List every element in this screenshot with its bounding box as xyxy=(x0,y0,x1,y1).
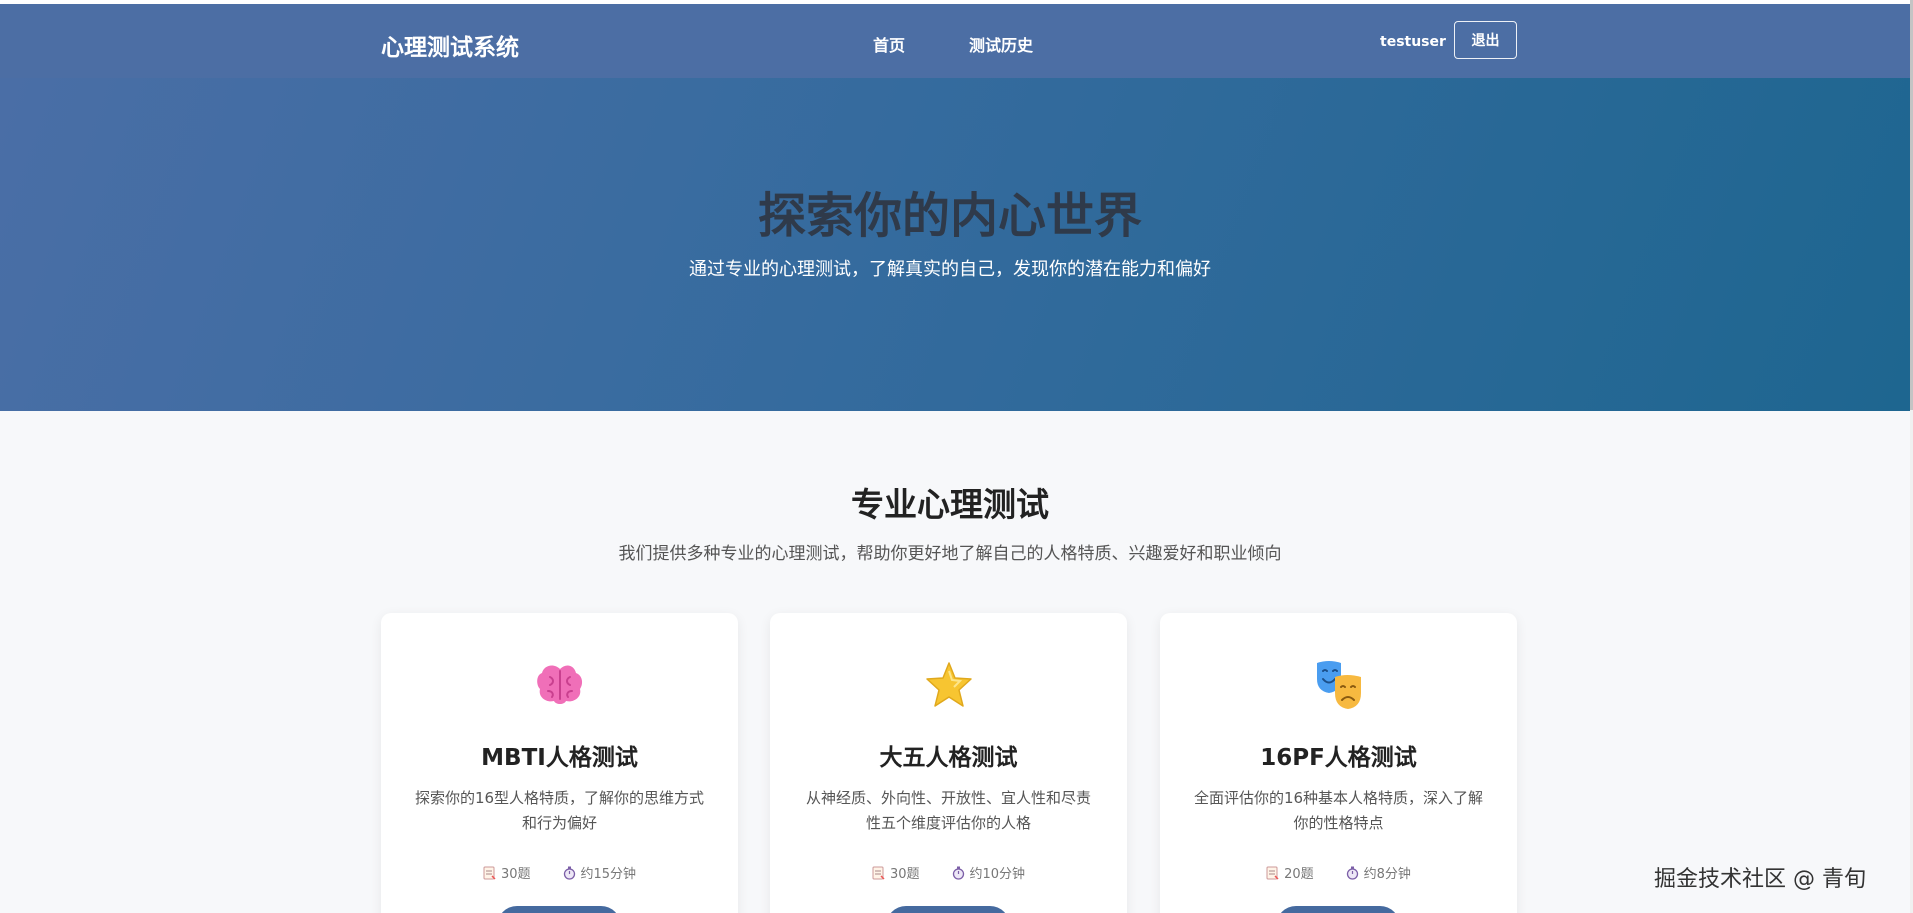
watermark-text: 掘金技术社区 @ 青旬 xyxy=(1654,867,1866,892)
hero-title: 探索你的内心世界 xyxy=(757,188,1142,244)
username-label: testuser xyxy=(1380,34,1446,50)
duration: 约8分钟 xyxy=(1363,867,1411,882)
test-card-mbti[interactable]: MBTI人格测试 探索你的16型人格特质，了解你的思维方式和行为偏好 30题 约… xyxy=(381,613,738,913)
memo-icon xyxy=(483,866,496,880)
section-subtitle: 我们提供多种专业的心理测试，帮助你更好地了解自己的人格特质、兴趣爱好和职业倾向 xyxy=(618,544,1282,564)
card-title: 16PF人格测试 xyxy=(1260,745,1417,771)
duration: 约10分钟 xyxy=(969,867,1026,882)
memo-icon xyxy=(1266,866,1279,880)
card-title: MBTI人格测试 xyxy=(481,745,638,771)
logout-button[interactable]: 退出 xyxy=(1454,21,1517,59)
section-title: 专业心理测试 xyxy=(851,485,1049,524)
start-test-button[interactable] xyxy=(886,906,1010,913)
start-test-button[interactable] xyxy=(1276,906,1400,913)
brain-icon xyxy=(381,659,738,711)
brand-logo[interactable]: 心理测试系统 xyxy=(381,28,519,62)
nav-link-home[interactable]: 首页 xyxy=(873,32,905,56)
nav-link-history[interactable]: 测试历史 xyxy=(969,32,1033,56)
theater-masks-icon xyxy=(1160,659,1517,711)
card-description: 探索你的16型人格特质，了解你的思维方式和行为偏好 xyxy=(414,789,705,832)
star-icon xyxy=(770,659,1127,711)
card-meta: 30题 约15分钟 xyxy=(381,863,738,882)
hero-subtitle: 通过专业的心理测试，了解真实的自己，发现你的潜在能力和偏好 xyxy=(689,259,1211,280)
card-description: 从神经质、外向性、开放性、宜人性和尽责性五个维度评估你的人格 xyxy=(805,789,1091,832)
card-description: 全面评估你的16种基本人格特质，深入了解你的性格特点 xyxy=(1193,789,1484,832)
memo-icon xyxy=(872,866,885,880)
question-count: 20题 xyxy=(1284,867,1314,882)
stopwatch-icon xyxy=(563,866,575,880)
card-meta: 20题 约8分钟 xyxy=(1160,863,1517,882)
stopwatch-icon xyxy=(1346,866,1358,880)
card-meta: 30题 约10分钟 xyxy=(770,863,1127,882)
start-test-button[interactable] xyxy=(497,906,621,913)
question-count: 30题 xyxy=(889,867,920,882)
duration: 约15分钟 xyxy=(580,867,637,882)
test-card-big-five[interactable]: 大五人格测试 从神经质、外向性、开放性、宜人性和尽责性五个维度评估你的人格 30… xyxy=(770,613,1127,913)
navbar: 心理测试系统 首页 测试历史 testuser 退出 xyxy=(0,4,1910,78)
hero-banner: 探索你的内心世界 通过专业的心理测试，了解真实的自己，发现你的潜在能力和偏好 xyxy=(0,78,1910,411)
test-card-16pf[interactable]: 16PF人格测试 全面评估你的16种基本人格特质，深入了解你的性格特点 20题 … xyxy=(1160,613,1517,913)
question-count: 30题 xyxy=(500,867,531,882)
card-title: 大五人格测试 xyxy=(879,745,1018,771)
stopwatch-icon xyxy=(952,866,964,880)
